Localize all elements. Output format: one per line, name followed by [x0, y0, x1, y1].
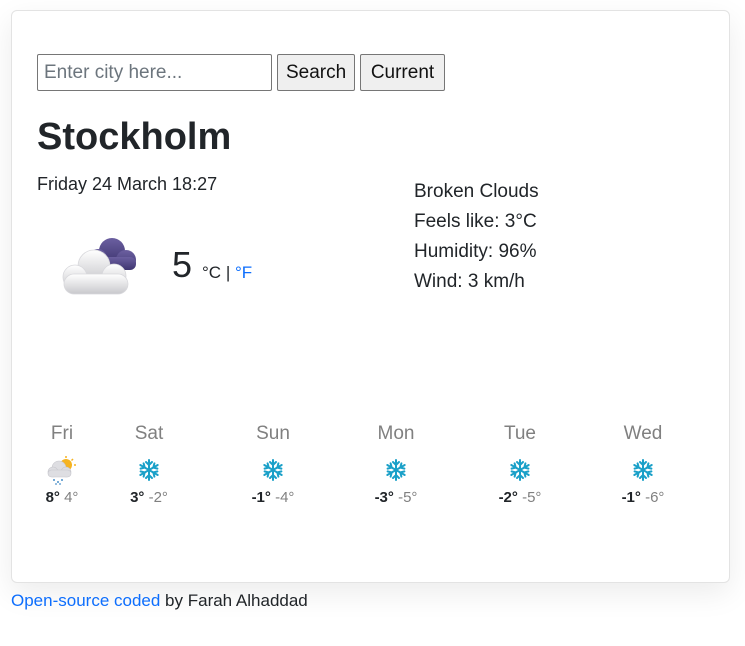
snowflake-icon — [346, 448, 446, 492]
footer-author: by Farah Alhaddad — [160, 591, 308, 610]
forecast-day-name: Sun — [256, 423, 290, 444]
weather-description: Broken Clouds — [414, 181, 539, 202]
footer: Open-source coded by Farah Alhaddad — [11, 591, 308, 611]
forecast-day: Fri 8° 4° — [12, 420, 112, 508]
forecast-max-temp: -3° — [374, 489, 394, 506]
city-name: Stockholm — [37, 116, 232, 158]
forecast-day-name: Wed — [623, 423, 663, 444]
forecast-day-name: Sat — [134, 423, 164, 444]
forecast-min-temp: 4° — [64, 489, 79, 506]
forecast-min-temp: -4° — [275, 489, 295, 506]
fahrenheit-link[interactable]: °F — [235, 263, 252, 282]
temperature-unit-switch: °C | °F — [202, 263, 252, 283]
forecast-day: Sun -1° -4° — [223, 420, 323, 508]
forecast-day-name: Tue — [503, 423, 537, 444]
forecast-temps: -1° -6° — [593, 488, 693, 508]
weather-details: Broken Clouds Feels like: 3°C Humidity: … — [414, 177, 539, 297]
open-source-link[interactable]: Open-source coded — [11, 591, 160, 610]
date-time: Friday 24 March 18:27 — [37, 174, 218, 194]
snowflake-icon — [470, 448, 570, 492]
forecast-day: Sat 3° -2° — [99, 420, 199, 508]
forecast-day: Wed -1° -6° — [593, 420, 693, 508]
forecast-max-temp: 3° — [130, 489, 145, 506]
celsius-unit[interactable]: °C — [202, 263, 221, 282]
forecast-day: Tue -2° -5° — [470, 420, 570, 508]
snowflake-icon — [593, 448, 693, 492]
forecast-temps: -3° -5° — [346, 488, 446, 508]
city-search-input[interactable] — [37, 54, 272, 91]
search-button[interactable]: Search — [277, 54, 355, 91]
snowflake-icon — [99, 448, 199, 492]
forecast-max-temp: 8° — [45, 489, 60, 506]
forecast-day-name: Mon — [377, 423, 415, 444]
current-temperature: 5 — [172, 244, 193, 285]
sun-cloud-rain-icon — [12, 448, 112, 492]
weather-card: Search Current Stockholm Friday 24 March… — [11, 10, 730, 583]
forecast-row: Fri 8° 4° Sat 3° -2° Sun -1° -4° Mon -3°… — [12, 420, 731, 540]
forecast-max-temp: -1° — [621, 489, 641, 506]
humidity: Humidity: 96% — [414, 241, 537, 262]
forecast-day-name: Fri — [50, 423, 74, 444]
forecast-min-temp: -5° — [522, 489, 542, 506]
snowflake-icon — [223, 448, 323, 492]
unit-separator: | — [225, 263, 231, 282]
forecast-min-temp: -2° — [148, 489, 168, 506]
forecast-temps: 8° 4° — [12, 488, 112, 508]
forecast-max-temp: -1° — [251, 489, 271, 506]
forecast-temps: 3° -2° — [99, 488, 199, 508]
wind-speed: Wind: 3 km/h — [414, 271, 525, 292]
forecast-max-temp: -2° — [498, 489, 518, 506]
forecast-temps: -2° -5° — [470, 488, 570, 508]
forecast-temps: -1° -4° — [223, 488, 323, 508]
forecast-min-temp: -5° — [398, 489, 418, 506]
broken-clouds-icon — [58, 231, 140, 299]
current-location-button[interactable]: Current — [360, 54, 445, 91]
forecast-day: Mon -3° -5° — [346, 420, 446, 508]
feels-like: Feels like: 3°C — [414, 211, 537, 232]
search-form: Search Current — [37, 54, 445, 91]
forecast-min-temp: -6° — [645, 489, 665, 506]
